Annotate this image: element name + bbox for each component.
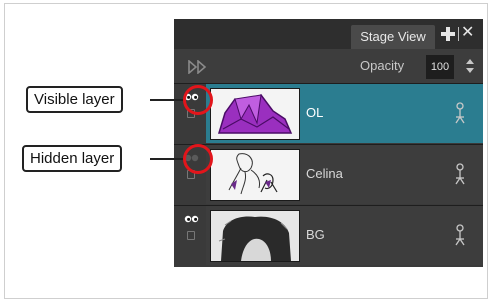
tab-controls: ✕ xyxy=(441,24,481,45)
layer-thumbnail xyxy=(210,88,300,140)
add-tab-icon[interactable] xyxy=(441,27,455,41)
layer-row-ol[interactable]: OL xyxy=(174,83,483,144)
hidden-layer-highlight-ring xyxy=(183,144,213,174)
visible-layer-callout: Visible layer xyxy=(26,86,123,113)
layer-thumbnail xyxy=(210,210,300,262)
background-drawing-thumbnail xyxy=(211,211,299,261)
visible-layer-highlight-ring xyxy=(183,85,213,115)
visible-layer-callout-line xyxy=(150,99,184,101)
peg-icon[interactable] xyxy=(454,224,466,246)
layer-name[interactable]: Celina xyxy=(306,166,343,181)
opacity-stepper[interactable] xyxy=(466,59,474,75)
layer-panel: Stage View ✕ Opacity 100 OL Celina BG xyxy=(174,19,483,267)
character-drawing-thumbnail xyxy=(228,153,278,195)
layer-gutter xyxy=(174,206,206,266)
layer-row-bg[interactable]: BG xyxy=(174,205,483,266)
layer-thumbnail xyxy=(210,149,300,201)
close-icon[interactable]: ✕ xyxy=(461,24,474,42)
panel-tab-bar: Stage View ✕ xyxy=(174,19,483,49)
hidden-layer-callout: Hidden layer xyxy=(22,145,123,172)
tab-stage-view[interactable]: Stage View xyxy=(351,25,435,49)
hidden-layer-callout-line xyxy=(150,158,184,160)
tab-separator xyxy=(458,27,459,41)
increment-arrow-icon[interactable] xyxy=(466,59,474,64)
rock-drawing-thumbnail xyxy=(217,93,293,134)
layer-toolbar: Opacity 100 xyxy=(174,49,483,83)
opacity-input[interactable]: 100 xyxy=(426,55,454,79)
peg-icon[interactable] xyxy=(454,102,466,124)
peg-icon[interactable] xyxy=(454,163,466,185)
opacity-label: Opacity xyxy=(360,58,405,73)
layer-name[interactable]: BG xyxy=(306,227,325,242)
layer-name[interactable]: OL xyxy=(306,105,323,120)
expand-panel-icon[interactable] xyxy=(188,60,208,74)
layer-row-celina[interactable]: Celina xyxy=(174,144,483,205)
decrement-arrow-icon[interactable] xyxy=(466,68,474,73)
lock-icon[interactable] xyxy=(187,231,195,240)
visibility-eye-icon[interactable] xyxy=(184,214,200,224)
